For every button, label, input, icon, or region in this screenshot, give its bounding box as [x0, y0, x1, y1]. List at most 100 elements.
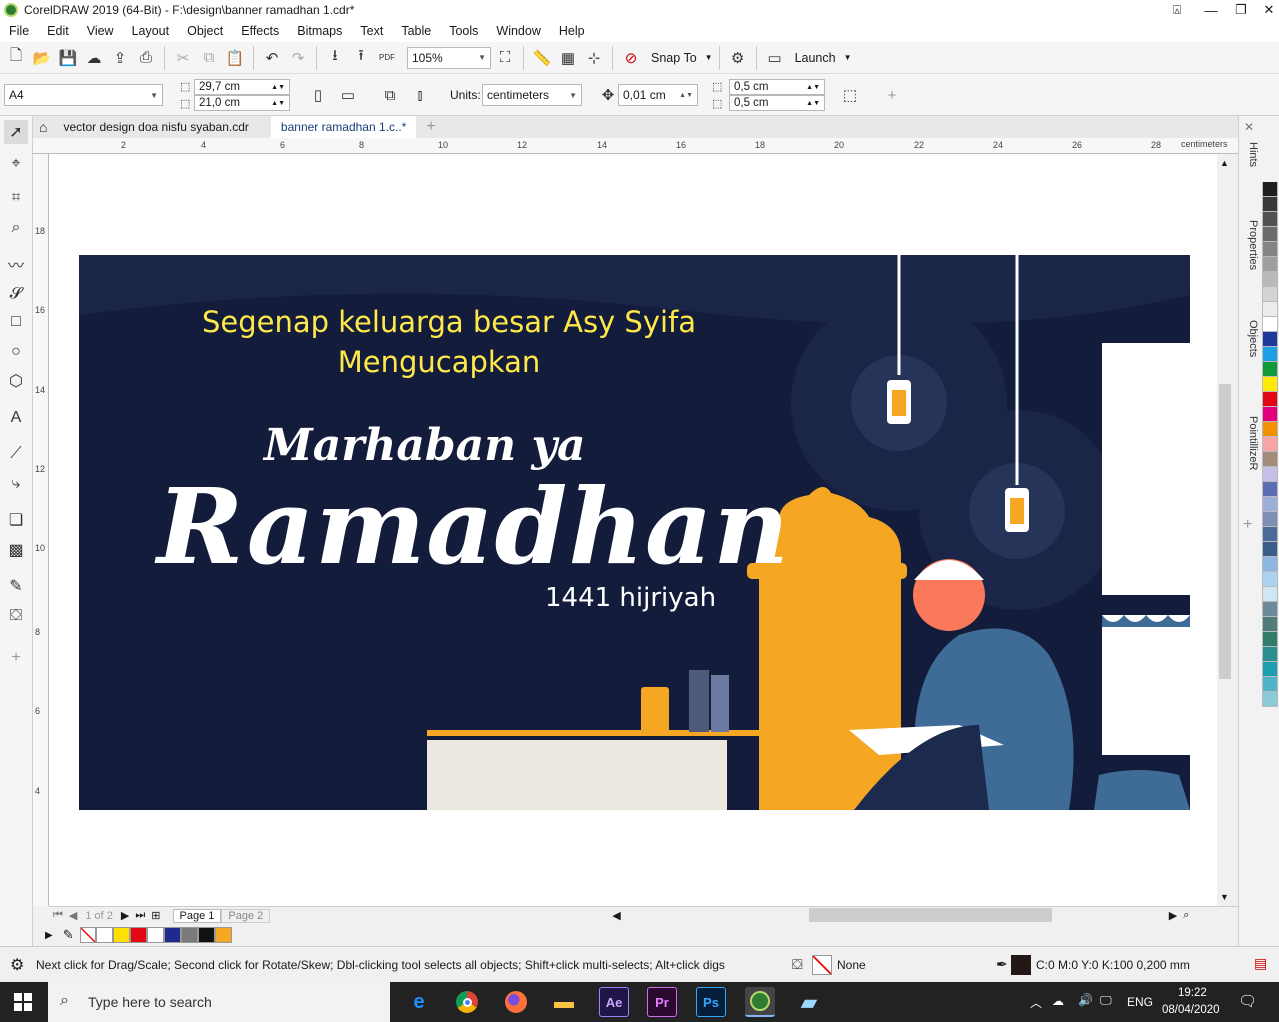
photoshop-icon[interactable]: Ps	[696, 987, 726, 1017]
open-icon[interactable]: 📂	[30, 46, 54, 70]
interactive-fill-icon[interactable]: ⛋	[4, 604, 28, 628]
windows-start-icon[interactable]	[14, 993, 32, 1011]
document-swatch[interactable]	[95, 927, 113, 943]
fill-swatch[interactable]	[812, 955, 832, 975]
banner-artwork[interactable]: Segenap keluarga besar Asy Syifa Menguca…	[79, 255, 1190, 810]
ellipse-tool-icon[interactable]: ○	[4, 340, 28, 364]
palette-swatch[interactable]	[1262, 407, 1278, 422]
palette-swatch[interactable]	[1262, 212, 1278, 227]
next-page-icon[interactable]: ▶	[121, 909, 129, 922]
show-hidden-icons[interactable]: ︿	[1030, 994, 1042, 1011]
page-size-combo[interactable]: A4 ▼	[4, 84, 163, 106]
show-rulers-icon[interactable]: 📏	[530, 46, 554, 70]
no-color-swatch[interactable]	[79, 927, 96, 943]
page-width-field[interactable]: 29,7 cm ▲▼	[194, 79, 290, 95]
print-icon[interactable]: ⎙	[134, 46, 158, 70]
menu-layout[interactable]: Layout	[123, 20, 179, 42]
palette-swatch[interactable]	[1262, 332, 1278, 347]
palette-swatch[interactable]	[1262, 317, 1278, 332]
palette-swatch[interactable]	[1262, 227, 1278, 242]
eyedropper-icon[interactable]: ✎	[63, 927, 74, 943]
palette-swatch[interactable]	[1262, 422, 1278, 437]
docker-tab-objects[interactable]: Objects	[1241, 320, 1259, 357]
restore-button[interactable]: ❐	[1227, 0, 1255, 20]
rectangle-tool-icon[interactable]: □	[4, 310, 28, 334]
zoom-fit-icon[interactable]: ⌕	[1183, 909, 1189, 922]
taskbar-search-box[interactable]: ⌕ Type here to search	[48, 982, 390, 1022]
palette-swatch[interactable]	[1262, 437, 1278, 452]
close-docker-icon[interactable]: ✕	[1244, 120, 1254, 134]
chrome-icon[interactable]	[452, 987, 482, 1017]
freehand-tool-icon[interactable]: 〰	[4, 252, 28, 276]
menu-object[interactable]: Object	[178, 20, 232, 42]
volume-icon[interactable]: 🔊	[1078, 993, 1093, 1007]
current-page-icon[interactable]: ⫾	[408, 83, 432, 107]
menu-help[interactable]: Help	[550, 20, 594, 42]
launch-icon[interactable]: ▭	[763, 46, 787, 70]
paste-icon[interactable]: 📋	[223, 46, 247, 70]
shape-tool-icon[interactable]: ⌖	[4, 152, 28, 176]
text-tool-icon[interactable]: A	[4, 406, 28, 430]
vertical-ruler[interactable]: 18 16 14 12 10 8 6 4	[33, 154, 49, 906]
minimize-button[interactable]: —	[1197, 0, 1225, 20]
premiere-pro-icon[interactable]: Pr	[647, 987, 677, 1017]
menu-file[interactable]: File	[0, 20, 38, 42]
file-explorer-icon[interactable]: ▬	[549, 987, 579, 1017]
copy-icon[interactable]: ⧉	[197, 46, 221, 70]
scroll-up-icon[interactable]: ▲	[1220, 158, 1229, 168]
duplicate-y-field[interactable]: 0,5 cm ▲▼	[729, 95, 825, 111]
previous-page-icon[interactable]: ◀	[69, 909, 77, 922]
tab-vector-design[interactable]: vector design doa nisfu syaban.cdr	[53, 116, 258, 138]
full-screen-icon[interactable]: ⛶	[493, 46, 517, 70]
menu-table[interactable]: Table	[392, 20, 440, 42]
crop-tool-icon[interactable]: ⌗	[4, 186, 28, 210]
hijri-year-text[interactable]: 1441 hijriyah	[545, 583, 716, 613]
redo-icon[interactable]: ↷	[286, 46, 310, 70]
document-swatch[interactable]	[214, 927, 232, 943]
document-swatch[interactable]	[112, 927, 130, 943]
input-language[interactable]: ENG	[1127, 995, 1153, 1009]
scroll-right-icon[interactable]: ▶	[1169, 909, 1177, 922]
transparency-icon[interactable]: ▩	[4, 538, 28, 562]
page-height-field[interactable]: 21,0 cm ▲▼	[194, 95, 290, 111]
save-icon[interactable]: 💾	[56, 46, 80, 70]
greeting-line-1[interactable]: Segenap keluarga besar Asy Syifa	[189, 305, 709, 339]
palette-swatch[interactable]	[1262, 557, 1278, 572]
portrait-icon[interactable]: ▯	[306, 83, 330, 107]
duplicate-x-field[interactable]: 0,5 cm ▲▼	[729, 79, 825, 95]
ramadhan-heading[interactable]: Ramadhan	[157, 465, 790, 588]
palette-swatch[interactable]	[1262, 452, 1278, 467]
cut-icon[interactable]: ✂	[171, 46, 195, 70]
document-swatch[interactable]	[197, 927, 215, 943]
dimension-tool-icon[interactable]: ⟋	[4, 442, 28, 466]
palette-swatch[interactable]	[1262, 677, 1278, 692]
menu-tools[interactable]: Tools	[440, 20, 487, 42]
drop-shadow-icon[interactable]: ❏	[4, 508, 28, 532]
show-guidelines-icon[interactable]: ⊹	[582, 46, 606, 70]
landscape-icon[interactable]: ▭	[336, 83, 360, 107]
launch-dropdown[interactable]: Launch	[795, 51, 836, 65]
palette-swatch[interactable]	[1262, 287, 1278, 302]
edge-icon[interactable]: e	[404, 987, 434, 1017]
palette-swatch[interactable]	[1262, 392, 1278, 407]
options-gear-icon[interactable]: ⚙	[726, 46, 750, 70]
all-pages-icon[interactable]: ⧉	[378, 83, 402, 107]
document-swatch[interactable]	[146, 927, 164, 943]
new-document-icon[interactable]: 🗋	[4, 46, 28, 70]
after-effects-icon[interactable]: Ae	[599, 987, 629, 1017]
palette-swatch[interactable]	[1262, 632, 1278, 647]
horizontal-scrollbar-thumb[interactable]	[809, 908, 1052, 922]
page-tab-2[interactable]: Page 2	[221, 908, 271, 923]
coreldraw-taskbar-icon[interactable]	[745, 987, 775, 1017]
nudge-distance-field[interactable]: 0,01 cm ▲▼	[618, 84, 698, 106]
export-icon[interactable]: ⭱	[349, 46, 373, 70]
firefox-icon[interactable]	[501, 987, 531, 1017]
zoom-level-combo[interactable]: 105% ▼	[407, 46, 491, 69]
zoom-tool-icon[interactable]: ⌕	[4, 216, 28, 240]
palette-swatch[interactable]	[1262, 602, 1278, 617]
horizontal-ruler[interactable]: 2 4 6 8 10 12 14 16 18 20 22 24 26 28 ce…	[33, 138, 1238, 154]
document-swatch[interactable]	[129, 927, 147, 943]
menu-effects[interactable]: Effects	[232, 20, 288, 42]
palette-swatch[interactable]	[1262, 242, 1278, 257]
spinner-icon[interactable]: ▲▼	[679, 92, 693, 99]
